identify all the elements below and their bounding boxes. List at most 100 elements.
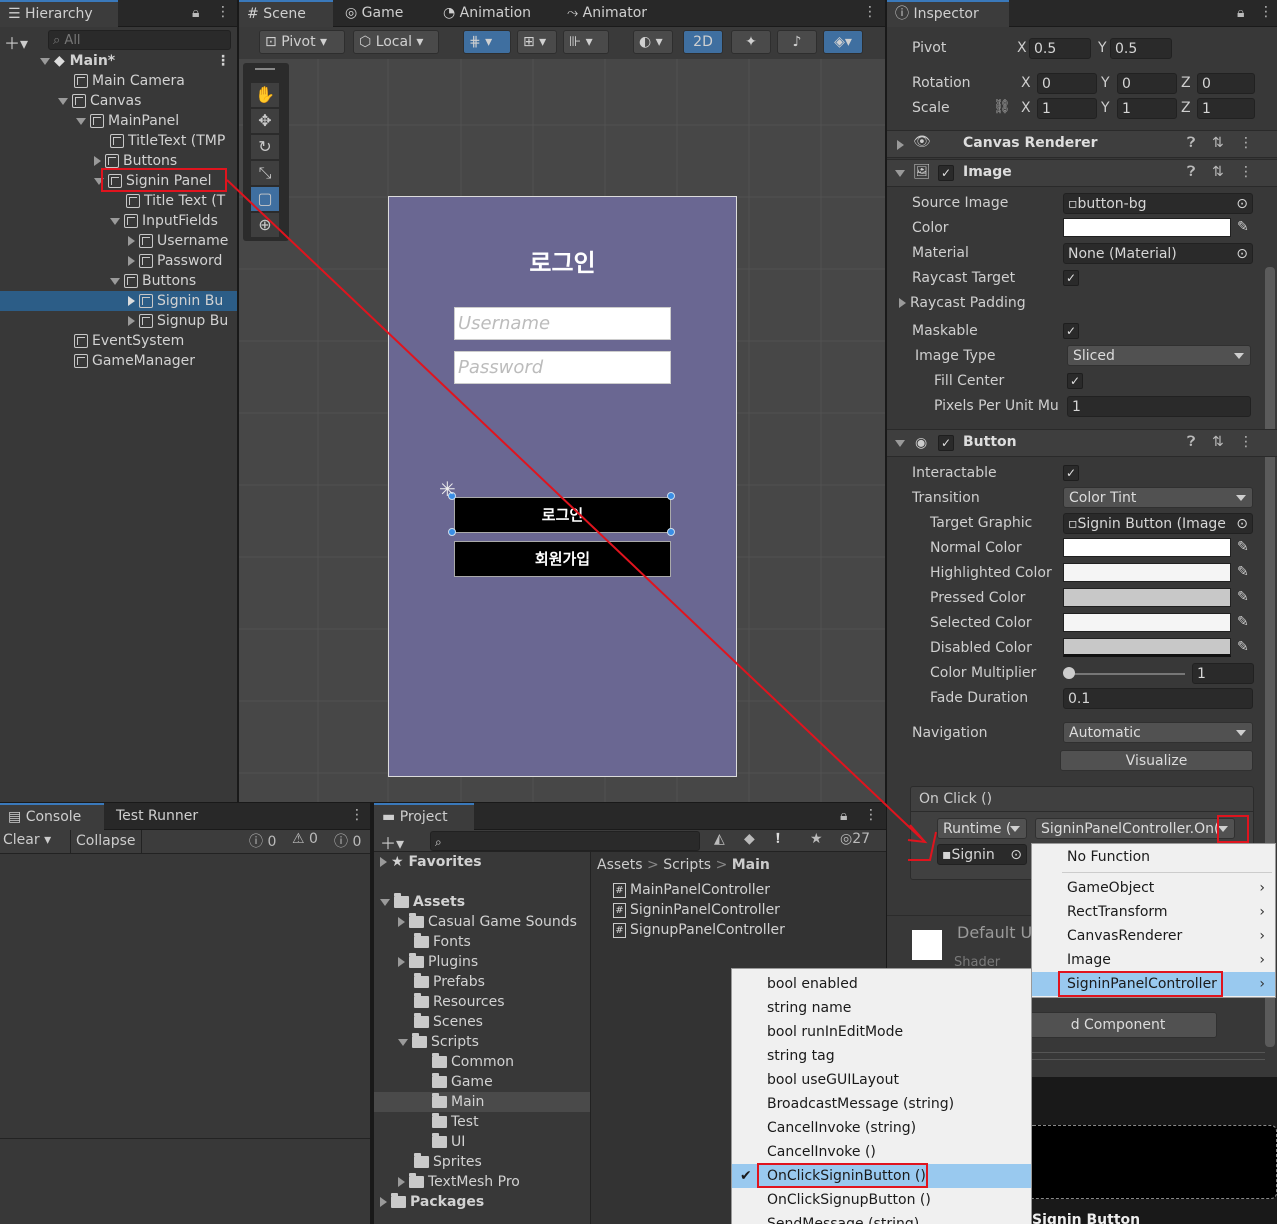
lock-icon[interactable]: 🔒︎	[192, 5, 199, 21]
menu-item[interactable]: OnClickSignupButton ()	[732, 1188, 1031, 1212]
hierarchy-search-input[interactable]: ⌕ All	[48, 30, 231, 50]
folder-item[interactable]: TextMesh Pro	[374, 1172, 590, 1192]
scene-row[interactable]: ◆ Main* ⋮	[0, 51, 237, 71]
lighting-icon[interactable]: ✦	[731, 30, 771, 54]
help-icon[interactable]: ❓︎	[1187, 434, 1195, 450]
interactable-checkbox[interactable]: ✓	[1063, 465, 1079, 481]
scale-y-field[interactable]: 1	[1117, 98, 1177, 119]
kebab-icon[interactable]: ⋮	[864, 807, 878, 823]
image-enabled-checkbox[interactable]: ✓	[938, 165, 954, 181]
shading-button[interactable]: ◐ ▾	[633, 30, 673, 54]
visualize-button[interactable]: Visualize	[1060, 750, 1253, 771]
eyedropper-icon[interactable]: ✎	[1237, 564, 1249, 580]
pivot-dropdown[interactable]: ⊡ Pivot ▾	[259, 30, 345, 54]
eyedropper-icon[interactable]: ✎	[1237, 219, 1249, 235]
menu-item[interactable]: bool enabled	[732, 972, 1031, 996]
increment-snap-button[interactable]: ⊞ ▾	[517, 30, 557, 54]
folder-item[interactable]: UI	[374, 1132, 590, 1152]
rect-handle[interactable]	[667, 528, 675, 536]
tree-item[interactable]: MainPanel	[0, 111, 237, 131]
tree-item[interactable]: Title Text (T	[0, 191, 237, 211]
canvas-renderer-header[interactable]: 👁︎ Canvas Renderer ❓︎ ⇅ ⋮	[887, 130, 1277, 158]
kebab-icon[interactable]: ⋮	[863, 4, 877, 20]
menu-item[interactable]: string name	[732, 996, 1031, 1020]
menu-item[interactable]: BroadcastMessage (string)	[732, 1092, 1031, 1116]
password-input-preview[interactable]: Password	[454, 351, 671, 384]
eyedropper-icon[interactable]: ✎	[1237, 589, 1249, 605]
menu-item-no-function[interactable]: No Function	[1032, 845, 1275, 869]
folder-item[interactable]: Game	[374, 1072, 590, 1092]
tree-item[interactable]: Signup Bu	[0, 311, 237, 331]
folder-item[interactable]: Scenes	[374, 1012, 590, 1032]
favorites-row[interactable]: ★ Favorites	[374, 852, 590, 872]
menu-item[interactable]: SendMessage (string)	[732, 1212, 1031, 1224]
highlighted-color-swatch[interactable]	[1063, 563, 1231, 582]
lock-icon[interactable]: 🔒︎	[840, 808, 847, 824]
rotate-tool-icon[interactable]: ↻	[251, 135, 279, 159]
tab-inspector[interactable]: ⓘ Inspector	[887, 0, 1009, 27]
multiplier-slider-thumb[interactable]	[1063, 667, 1075, 679]
tab-scene[interactable]: # Scene	[239, 0, 333, 27]
rotation-z-field[interactable]: 0	[1197, 73, 1255, 94]
kebab-icon[interactable]: ⋮	[1239, 434, 1253, 450]
disabled-color-swatch[interactable]	[1063, 638, 1231, 657]
tree-item[interactable]: Password	[0, 251, 237, 271]
object-picker-icon[interactable]: ⊙	[1236, 514, 1248, 533]
folder-item-main[interactable]: Main	[374, 1092, 590, 1112]
pivot-x-field[interactable]: 0.5	[1029, 38, 1091, 59]
error-count-button[interactable]: ⓘ 0	[334, 831, 361, 851]
preset-icon[interactable]: ⇅	[1212, 135, 1224, 151]
assets-row[interactable]: Assets	[374, 892, 590, 912]
rotation-y-field[interactable]: 0	[1117, 73, 1177, 94]
image-type-dropdown[interactable]: Sliced	[1067, 345, 1251, 366]
fill-center-checkbox[interactable]: ✓	[1067, 373, 1083, 389]
ruler-button[interactable]: ⊪ ▾	[563, 30, 609, 54]
tab-animator[interactable]: ⤳ Animator	[559, 0, 655, 27]
file-item[interactable]: # MainPanelController	[591, 880, 886, 900]
breadcrumb-item[interactable]: Scripts	[663, 857, 711, 873]
folder-item[interactable]: Fonts	[374, 932, 590, 952]
transition-dropdown[interactable]: Color Tint	[1063, 487, 1253, 508]
button-header[interactable]: ◉ ✓ Button ❓︎ ⇅ ⋮	[887, 429, 1277, 457]
button-enabled-checkbox[interactable]: ✓	[938, 435, 954, 451]
scene-viewport[interactable]: ✋ ✥ ↻ ⤡ ▢ ⊕ 로그인 Username Password 로그인 회원…	[239, 59, 885, 802]
tree-item[interactable]: Canvas	[0, 91, 237, 111]
folder-item[interactable]: Prefabs	[374, 972, 590, 992]
tree-item-signin-button[interactable]: Signin Bu	[0, 291, 237, 311]
tree-item[interactable]: InputFields	[0, 211, 237, 231]
effects-icon[interactable]: ◈▾	[823, 30, 863, 54]
tree-item[interactable]: Buttons	[0, 271, 237, 291]
rotation-x-field[interactable]: 0	[1037, 73, 1097, 94]
audio-mute-icon[interactable]: ♪	[777, 30, 817, 54]
tree-item[interactable]: TitleText (TMP	[0, 131, 237, 151]
kebab-icon[interactable]: ⋮	[216, 4, 230, 20]
username-input-preview[interactable]: Username	[454, 307, 671, 340]
project-search-input[interactable]: ⌕	[430, 831, 700, 851]
signup-button-preview[interactable]: 회원가입	[454, 541, 671, 577]
scale-z-field[interactable]: 1	[1197, 98, 1255, 119]
warning-count-button[interactable]: ⚠ 0	[292, 831, 318, 847]
menu-item[interactable]: bool runInEditMode	[732, 1020, 1031, 1044]
tab-game[interactable]: ◎ Game	[337, 0, 411, 27]
eyedropper-icon[interactable]: ✎	[1237, 539, 1249, 555]
breadcrumb-item[interactable]: Assets	[597, 857, 643, 873]
login-button-preview[interactable]: 로그인	[454, 497, 671, 533]
tree-item[interactable]: EventSystem	[0, 331, 237, 351]
color-swatch[interactable]	[1063, 218, 1231, 237]
rect-handle[interactable]	[667, 492, 675, 500]
menu-item[interactable]: string tag	[732, 1044, 1031, 1068]
tab-hierarchy[interactable]: ☰ Hierarchy	[0, 0, 118, 27]
kebab-icon[interactable]: ⋮	[1239, 135, 1253, 151]
move-tool-icon[interactable]: ✥	[251, 109, 279, 133]
constrain-link-icon[interactable]: ⛓	[993, 99, 1011, 115]
folder-item[interactable]: Resources	[374, 992, 590, 1012]
tab-console[interactable]: ▤ Console	[0, 803, 104, 830]
folder-item[interactable]: Common	[374, 1052, 590, 1072]
drag-handle[interactable]	[255, 68, 275, 70]
function-dropdown[interactable]: SigninPanelController.On(	[1035, 818, 1235, 839]
menu-item-recttransform[interactable]: RectTransform ›	[1032, 900, 1275, 924]
object-picker-icon[interactable]: ⊙	[1236, 194, 1248, 213]
maskable-checkbox[interactable]: ✓	[1063, 323, 1079, 339]
local-dropdown[interactable]: ⬡ Local ▾	[353, 30, 439, 54]
scale-x-field[interactable]: 1	[1037, 98, 1097, 119]
